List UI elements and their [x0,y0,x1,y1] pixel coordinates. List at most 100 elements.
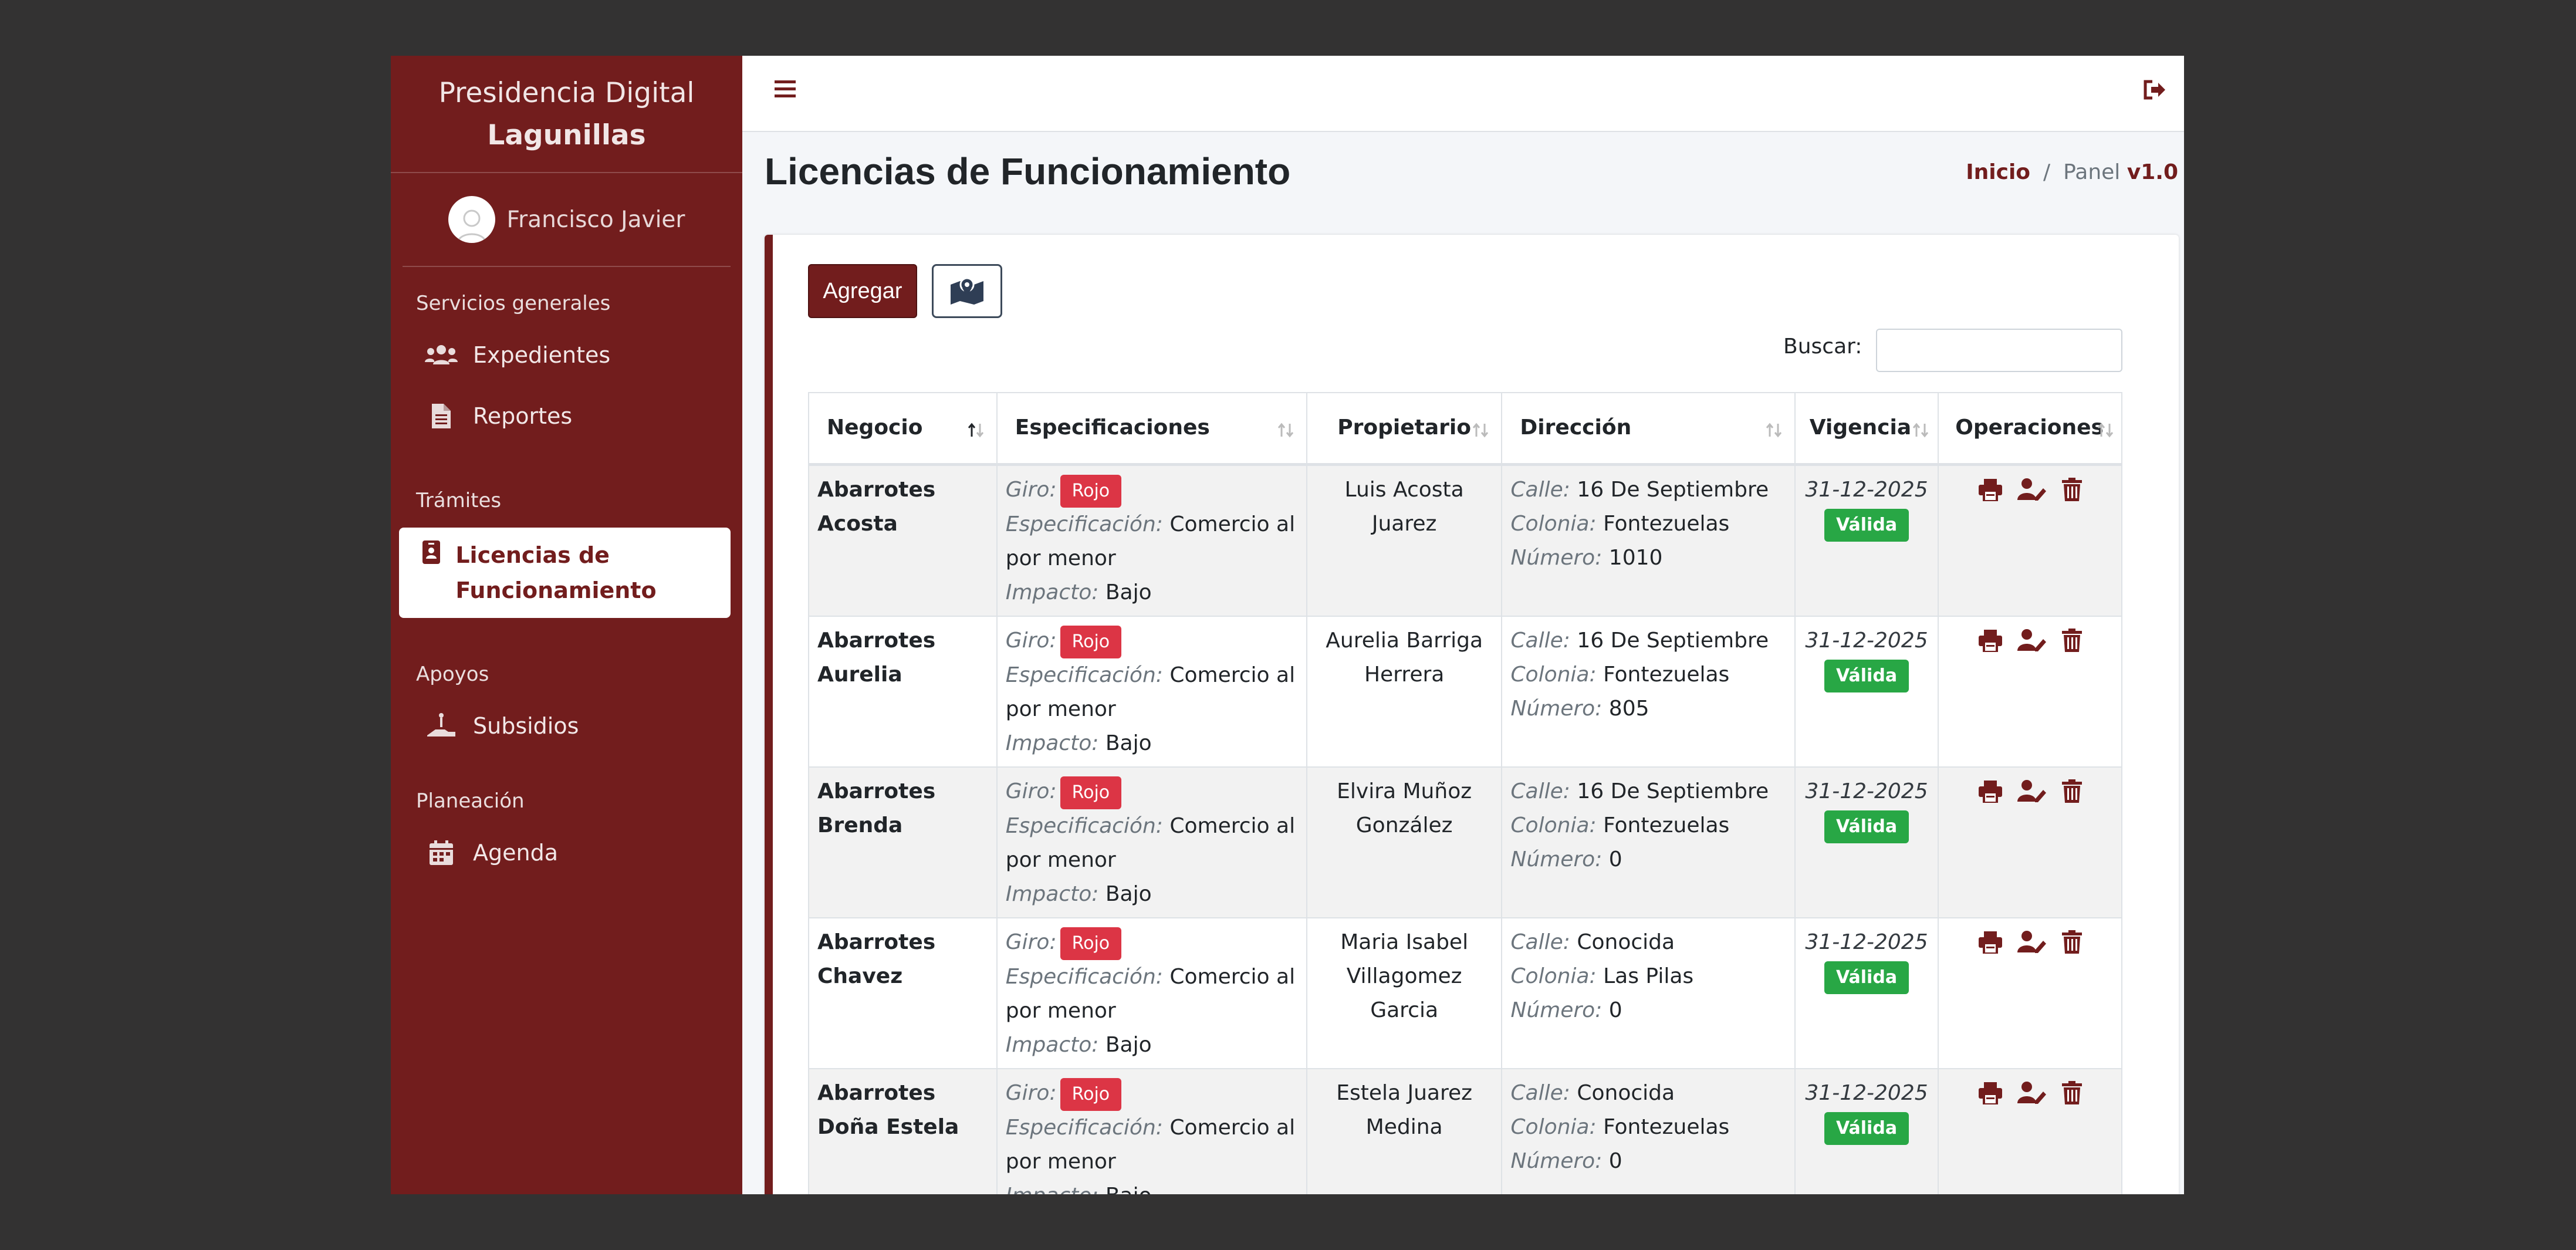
status-badge: Válida [1824,659,1909,692]
print-icon[interactable] [1978,1081,2002,1115]
id-badge-icon [422,540,441,564]
especificaciones-cell: Giro: Rojo Especificación: Comercio al po… [996,1067,1307,1195]
edit-user-icon[interactable] [2017,629,2047,663]
edit-user-icon[interactable] [2017,779,2047,813]
user-icon [457,210,487,243]
sidebar-item-licencias[interactable]: Licencias de Funcionamiento [399,528,731,618]
column-header-especificaciones[interactable]: Especificaciones [996,392,1307,466]
calle-value: 16 De Septiembre [1577,779,1769,803]
column-header-propietario[interactable]: Propietario [1306,392,1503,466]
trash-icon[interactable] [2061,779,2082,813]
sidebar-item-label: Expedientes [473,342,611,368]
sort-icon [1912,415,1929,450]
operaciones-cell [1938,917,2122,1069]
trash-icon[interactable] [2061,1080,2082,1115]
table-row[interactable]: Abarrotes Doña Estela Giro: Rojo Especifi… [808,1067,2122,1195]
hand-coin-icon [425,712,458,740]
print-icon[interactable] [1978,478,2002,512]
column-header-negocio[interactable]: Negocio [808,392,998,466]
calle-value: Conocida [1577,930,1675,954]
print-icon[interactable] [1978,629,2002,663]
print-icon[interactable] [1978,930,2002,964]
calle-label: Calle: [1510,1080,1570,1105]
sign-out-icon[interactable] [2143,79,2166,103]
operaciones-cell [1938,615,2122,768]
brand[interactable]: Presidencia Digital Lagunillas [391,56,742,173]
version-label: v1.0 [2127,160,2178,184]
owner-name: Maria Isabel Villagomez Garcia [1340,930,1469,1022]
especificaciones-cell: Giro: Rojo Especificación: Comercio al po… [996,615,1307,768]
print-icon[interactable] [1978,779,2002,813]
edit-user-icon[interactable] [2017,930,2047,964]
edit-user-icon[interactable] [2017,1081,2047,1115]
column-header-vigencia[interactable]: Vigencia [1794,392,1939,466]
sidebar-item-agenda[interactable]: Agenda [391,822,742,883]
table-row[interactable]: Abarrotes Aurelia Giro: Rojo Especificaci… [808,615,2122,768]
edit-user-icon[interactable] [2017,478,2047,512]
column-title: Dirección [1520,415,1632,440]
trash-icon[interactable] [2061,477,2082,512]
search-input[interactable] [1876,329,2122,372]
vigencia-date: 31-12-2025 [1805,1080,1928,1105]
app-window: Presidencia Digital Lagunillas Francisco… [391,56,2184,1194]
colonia-value: Fontezuelas [1603,813,1730,837]
direccion-cell: Calle: 16 De Septiembre Colonia: Fontezu… [1501,464,1796,617]
breadcrumb-home-link[interactable]: Inicio [1966,160,2030,184]
vigencia-cell: 31-12-2025 Válida [1794,1067,1939,1194]
sidebar-item-expedientes[interactable]: Expedientes [391,325,742,386]
colonia-label: Colonia: [1510,964,1597,988]
table-row[interactable]: Abarrotes Chavez Giro: Rojo Especificació… [808,917,2122,1069]
breadcrumb-current-label: Panel [2063,160,2121,184]
sidebar-item-label: Subsidios [473,713,579,739]
nav-header-servicios: Servicios generales [416,292,611,315]
calle-value: Conocida [1577,1080,1675,1105]
map-button[interactable] [932,264,1002,318]
column-header-direccion[interactable]: Dirección [1501,392,1796,466]
sidebar-item-subsidios[interactable]: Subsidios [391,695,742,756]
numero-value: 805 [1608,696,1649,721]
table-header-row: Negocio Especificaciones Propietario Dir… [808,392,2122,466]
column-title: Operaciones [1955,415,2104,440]
operaciones-cell [1938,766,2122,918]
status-badge: Válida [1824,810,1909,843]
owner-name: Luis Acosta Juarez [1344,477,1464,536]
calendar-icon [425,840,458,865]
propietario-cell: Elvira Muñoz González [1306,766,1503,918]
sidebar-item-reportes[interactable]: Reportes [391,386,742,447]
user-panel[interactable]: Francisco Javier [403,173,731,267]
numero-label: Número: [1510,545,1603,570]
breadcrumb: Inicio / Panel v1.0 [1966,160,2178,184]
giro-badge: Rojo [1060,927,1122,960]
status-badge: Válida [1824,961,1909,994]
negocio-cell: Abarrotes Acosta [808,464,998,617]
impacto-value: Bajo [1106,1184,1152,1195]
business-name: Abarrotes Acosta [817,477,936,536]
trash-icon[interactable] [2061,628,2082,663]
table-row[interactable]: Abarrotes Brenda Giro: Rojo Especificació… [808,766,2122,918]
direccion-cell: Calle: Conocida Colonia: Las Pilas Númer… [1501,917,1796,1069]
table-row[interactable]: Abarrotes Acosta Giro: Rojo Especificació… [808,464,2122,617]
colonia-value: Fontezuelas [1603,511,1730,536]
giro-badge: Rojo [1060,625,1122,658]
colonia-label: Colonia: [1510,662,1597,687]
hamburger-menu-icon[interactable] [775,79,796,100]
page-title: Licencias de Funcionamiento [765,150,1291,192]
column-title: Vigencia [1809,415,1912,440]
sidebar-item-label: Reportes [473,403,573,429]
column-title: Propietario [1337,415,1471,440]
column-header-operaciones[interactable]: Operaciones [1938,392,2122,466]
impacto-value: Bajo [1105,731,1152,755]
column-title: Especificaciones [1015,415,1210,440]
impacto-label: Impacto: [1005,580,1099,604]
business-name: Abarrotes Chavez [817,930,936,988]
vigencia-cell: 31-12-2025 Válida [1794,615,1939,768]
especificacion-label: Especificación: [1005,964,1163,989]
giro-label: Giro: [1005,628,1057,653]
add-button[interactable]: Agregar [808,264,917,318]
vigencia-date: 31-12-2025 [1805,930,1928,954]
vigencia-cell: 31-12-2025 Válida [1794,766,1939,918]
especificaciones-cell: Giro: Rojo Especificación: Comercio al po… [996,464,1307,617]
trash-icon[interactable] [2061,930,2082,964]
operaciones-cell [1938,1067,2122,1194]
breadcrumb-separator: / [2043,160,2051,184]
